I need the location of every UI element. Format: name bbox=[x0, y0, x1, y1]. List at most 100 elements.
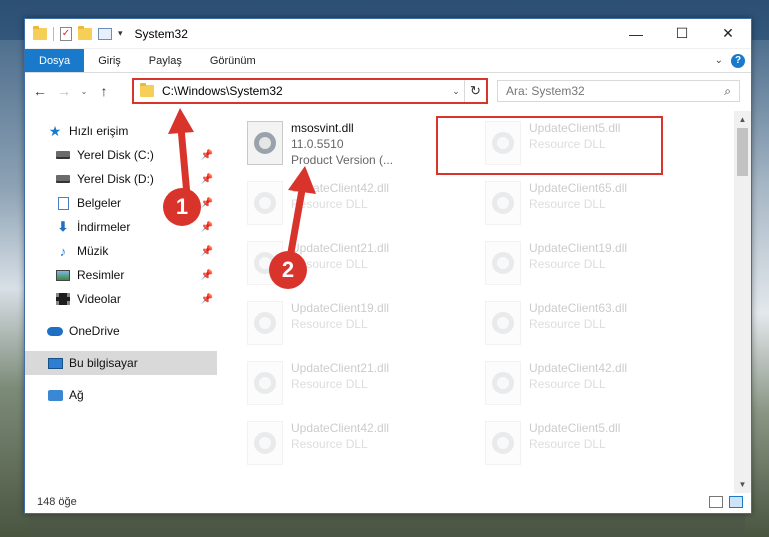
file-item[interactable]: UpdateClient63.dll Resource DLL bbox=[481, 297, 701, 353]
pin-icon[interactable]: 📌 bbox=[201, 150, 213, 161]
scroll-up-icon[interactable]: ▲ bbox=[734, 111, 751, 128]
file-item[interactable]: UpdateClient42.dll Resource DLL bbox=[243, 417, 463, 473]
pin-icon[interactable]: 📌 bbox=[201, 198, 213, 209]
file-item[interactable]: UpdateClient42.dll Resource DLL bbox=[481, 357, 701, 413]
recent-locations-button[interactable]: ⌄ bbox=[79, 87, 89, 96]
view-toggles bbox=[709, 496, 751, 508]
pin-icon[interactable]: 📌 bbox=[201, 222, 213, 233]
address-path[interactable]: C:\Windows\System32 bbox=[162, 84, 448, 98]
address-dropdown-button[interactable]: ⌄ bbox=[448, 86, 464, 97]
chevron-down-icon[interactable]: ⌄ bbox=[715, 55, 723, 66]
pin-icon[interactable]: 📌 bbox=[201, 294, 213, 305]
file-name: UpdateClient19.dll bbox=[291, 301, 390, 315]
pin-icon[interactable]: 📌 bbox=[201, 246, 213, 257]
ribbon-tabs: Dosya Giriş Paylaş Görünüm ⌄ ? bbox=[25, 49, 751, 73]
gear-icon bbox=[254, 432, 276, 454]
pin-icon[interactable]: 📌 bbox=[201, 270, 213, 281]
file-item[interactable]: UpdateClient42.dll Resource DLL bbox=[243, 177, 463, 233]
file-item[interactable]: UpdateClient21.dll Resource DLL bbox=[243, 357, 463, 413]
tab-home[interactable]: Giriş bbox=[84, 49, 135, 72]
sidebar-item-label: Videolar bbox=[77, 292, 121, 306]
music-icon: ♪ bbox=[59, 243, 67, 259]
file-name: UpdateClient19.dll bbox=[529, 241, 628, 255]
gear-icon bbox=[254, 312, 276, 334]
file-item[interactable]: UpdateClient65.dll Resource DLL bbox=[481, 177, 701, 233]
file-meta: UpdateClient42.dll Resource DLL bbox=[529, 357, 627, 392]
help-icon[interactable]: ? bbox=[731, 53, 745, 68]
file-meta: UpdateClient42.dll Resource DLL bbox=[291, 177, 389, 212]
close-button[interactable]: ✕ bbox=[705, 19, 751, 49]
properties-check-icon[interactable]: ✓ bbox=[60, 26, 72, 41]
vertical-scrollbar[interactable]: ▲ ▼ bbox=[734, 111, 751, 493]
maximize-button[interactable]: ☐ bbox=[659, 19, 705, 49]
pin-icon[interactable]: 📌 bbox=[201, 174, 213, 185]
file-meta: UpdateClient19.dll Resource DLL bbox=[529, 237, 627, 272]
sidebar-item-label: Yerel Disk (C:) bbox=[77, 148, 154, 162]
view-icon[interactable] bbox=[98, 27, 112, 40]
file-name: UpdateClient21.dll bbox=[291, 361, 390, 375]
search-placeholder: Ara: System32 bbox=[506, 84, 585, 98]
star-icon: ★ bbox=[48, 122, 62, 139]
sidebar-item-quick-access[interactable]: ★ Hızlı erişim bbox=[25, 119, 217, 143]
back-button[interactable]: ← bbox=[31, 83, 49, 99]
sidebar-item-local-disk-c[interactable]: Yerel Disk (C:) 📌 bbox=[25, 143, 217, 167]
file-item[interactable]: UpdateClient19.dll Resource DLL bbox=[243, 297, 463, 353]
sidebar-item-music[interactable]: ♪ Müzik 📌 bbox=[25, 239, 217, 263]
gear-icon bbox=[254, 372, 276, 394]
refresh-button[interactable]: ↻ bbox=[464, 80, 486, 102]
file-item[interactable]: UpdateClient5.dll Resource DLL bbox=[481, 117, 701, 173]
search-icon[interactable]: ⌕ bbox=[724, 84, 731, 99]
forward-button[interactable]: → bbox=[55, 83, 73, 99]
sidebar-item-label: İndirmeler bbox=[77, 220, 131, 234]
address-bar[interactable]: C:\Windows\System32 ⌄ ↻ bbox=[132, 78, 488, 104]
file-meta: UpdateClient5.dll Resource DLL bbox=[529, 117, 620, 152]
new-folder-icon[interactable] bbox=[78, 25, 92, 40]
sidebar-item-label: Bu bilgisayar bbox=[69, 356, 138, 370]
qat-dropdown-icon[interactable]: ▾ bbox=[118, 28, 123, 39]
file-thumbnail bbox=[485, 121, 521, 165]
file-thumbnail bbox=[485, 361, 521, 405]
file-meta: UpdateClient63.dll Resource DLL bbox=[529, 297, 627, 332]
navigation-pane: ★ Hızlı erişim Yerel Disk (C:) 📌 Yerel D… bbox=[25, 111, 217, 493]
file-thumbnail bbox=[247, 301, 283, 345]
sidebar-item-local-disk-d[interactable]: Yerel Disk (D:) 📌 bbox=[25, 167, 217, 191]
gear-icon bbox=[254, 132, 276, 154]
sidebar-item-this-pc[interactable]: Bu bilgisayar bbox=[25, 351, 217, 375]
up-button[interactable]: ↑ bbox=[95, 83, 113, 99]
sidebar-item-onedrive[interactable]: OneDrive bbox=[25, 319, 217, 343]
file-description: Resource DLL bbox=[529, 137, 606, 151]
sidebar-item-videos[interactable]: Videolar 📌 bbox=[25, 287, 217, 311]
sidebar-item-label: Müzik bbox=[77, 244, 109, 258]
file-name: UpdateClient42.dll bbox=[291, 421, 390, 435]
file-description: Resource DLL bbox=[529, 197, 606, 211]
computer-icon bbox=[47, 356, 63, 370]
file-list: msosvint.dll 11.0.5510 Product Version (… bbox=[217, 111, 751, 493]
minimize-button[interactable]: — bbox=[613, 19, 659, 49]
tab-file[interactable]: Dosya bbox=[25, 49, 85, 72]
scroll-thumb[interactable] bbox=[737, 128, 748, 176]
file-name: UpdateClient21.dll bbox=[291, 241, 390, 255]
details-view-icon[interactable] bbox=[709, 496, 723, 508]
file-name: UpdateClient42.dll bbox=[529, 361, 628, 375]
file-description: Product Version (... bbox=[291, 153, 394, 167]
search-input[interactable]: Ara: System32 ⌕ bbox=[497, 80, 740, 102]
file-thumbnail bbox=[485, 301, 521, 345]
file-thumbnail bbox=[247, 181, 283, 225]
documents-icon bbox=[55, 196, 71, 210]
file-name: UpdateClient65.dll bbox=[529, 181, 628, 195]
content-area: ★ Hızlı erişim Yerel Disk (C:) 📌 Yerel D… bbox=[25, 111, 751, 493]
file-thumbnail bbox=[485, 181, 521, 225]
gear-icon bbox=[492, 372, 514, 394]
network-icon bbox=[47, 388, 63, 402]
videos-icon bbox=[55, 292, 71, 306]
large-icons-view-icon[interactable] bbox=[729, 496, 743, 508]
sidebar-item-network[interactable]: Ağ bbox=[25, 383, 217, 407]
tab-share[interactable]: Paylaş bbox=[135, 49, 196, 72]
file-item[interactable]: UpdateClient19.dll Resource DLL bbox=[481, 237, 701, 293]
file-item-selected[interactable]: msosvint.dll 11.0.5510 Product Version (… bbox=[243, 117, 463, 173]
file-item[interactable]: UpdateClient5.dll Resource DLL bbox=[481, 417, 701, 473]
sidebar-item-pictures[interactable]: Resimler 📌 bbox=[25, 263, 217, 287]
window-title: System32 bbox=[134, 26, 188, 41]
tab-view[interactable]: Görünüm bbox=[196, 49, 270, 72]
status-bar: 148 öğe bbox=[25, 491, 751, 513]
